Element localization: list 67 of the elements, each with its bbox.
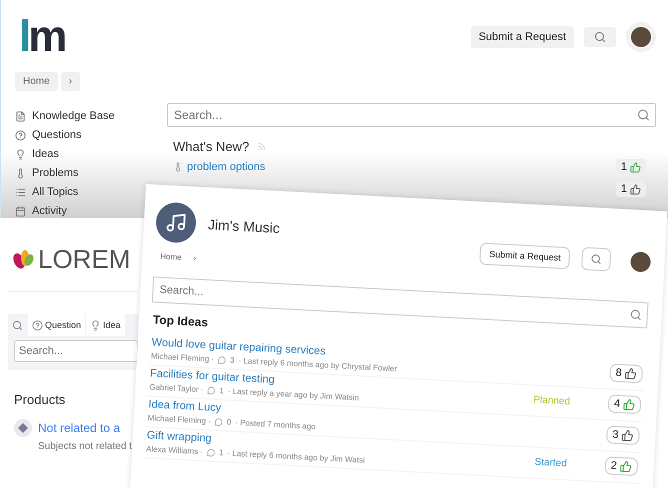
user-avatar[interactable] (630, 250, 652, 272)
sidebar-item[interactable]: Knowledge Base (15, 109, 147, 123)
sidebar-item[interactable]: Questions (15, 128, 147, 142)
activity-text: · Posted 7 months ago (235, 418, 316, 432)
lightbulb-icon (15, 148, 26, 160)
search-field[interactable]: Search... (167, 103, 656, 127)
user-avatar[interactable] (626, 22, 656, 52)
vote-button[interactable]: 2 (604, 456, 638, 476)
search-button[interactable] (584, 27, 616, 47)
lightbulb-icon (90, 320, 102, 330)
site-logo: LOREM (38, 244, 130, 275)
search-icon (630, 308, 642, 322)
activity-text: · Last reply 6 months ago by Jim Watsi (227, 448, 365, 465)
vote-button[interactable]: 1 (616, 181, 646, 197)
document-icon (15, 110, 26, 122)
status-label: Started (534, 456, 568, 469)
author-name: Alexa Williams · (146, 444, 204, 456)
section-title: Top Ideas (152, 312, 208, 330)
search-icon (590, 253, 602, 265)
comment-icon (206, 448, 216, 456)
comment-count: 0 (226, 418, 232, 427)
vote-button[interactable]: 3 (606, 425, 640, 446)
calendar-icon (15, 206, 26, 216)
comment-icon (207, 386, 216, 394)
breadcrumb-item[interactable]: Home (15, 72, 58, 91)
submit-request-button[interactable]: Submit a Request (480, 242, 570, 269)
sidebar-item[interactable]: Problems (15, 166, 147, 180)
author-name: Gabriel Taylor · (149, 382, 204, 394)
topic-link[interactable]: problem options (187, 161, 266, 173)
breadcrumb-item[interactable]: › (60, 72, 80, 91)
vote-button[interactable]: 8 (609, 364, 644, 384)
comment-count: 1 (219, 386, 224, 396)
section-title: What's New? (173, 139, 250, 154)
search-button[interactable] (581, 246, 612, 272)
comment-icon (214, 417, 223, 426)
status-label: Planned (533, 394, 570, 407)
activity-text: · Last reply a year ago by Jim Watsin (228, 386, 360, 402)
author-name: Michael Fleming · (148, 413, 212, 426)
site-logo: lm (19, 15, 64, 59)
site-title: Jim's Music (208, 216, 280, 236)
rss-icon (257, 142, 266, 151)
sidebar-item[interactable]: All Topics (15, 185, 147, 199)
question-icon (15, 130, 26, 140)
flower-logo-icon (12, 248, 36, 270)
vote-button[interactable]: 1 (616, 159, 646, 175)
vote-button[interactable]: 4 (608, 394, 642, 414)
sidebar-item[interactable]: Activity (15, 204, 147, 218)
section-title: Products (14, 392, 66, 407)
search-field[interactable]: Search... (14, 340, 138, 362)
search-icon (637, 108, 650, 122)
breadcrumb-item[interactable]: Home (154, 252, 188, 262)
tab[interactable]: Question (28, 314, 86, 336)
breadcrumb-item[interactable]: › (187, 253, 202, 264)
sidebar-item[interactable]: Ideas (15, 147, 147, 161)
submit-request-button[interactable]: Submit a Request (470, 26, 574, 48)
search-icon (594, 31, 606, 43)
comment-icon (218, 356, 226, 364)
question-icon (32, 320, 43, 330)
author-name: Michael Fleming · (150, 352, 214, 364)
comment-count: 3 (230, 356, 235, 365)
list-icon (15, 186, 26, 198)
product-link[interactable]: Not related to a (38, 421, 120, 435)
search-icon (12, 320, 23, 330)
product-description: Subjects not related t (38, 441, 132, 452)
tab[interactable]: Idea (86, 314, 125, 336)
comment-count: 1 (218, 448, 224, 458)
activity-text: · Last reply 6 months ago by Chrystal Fowler (238, 356, 398, 374)
